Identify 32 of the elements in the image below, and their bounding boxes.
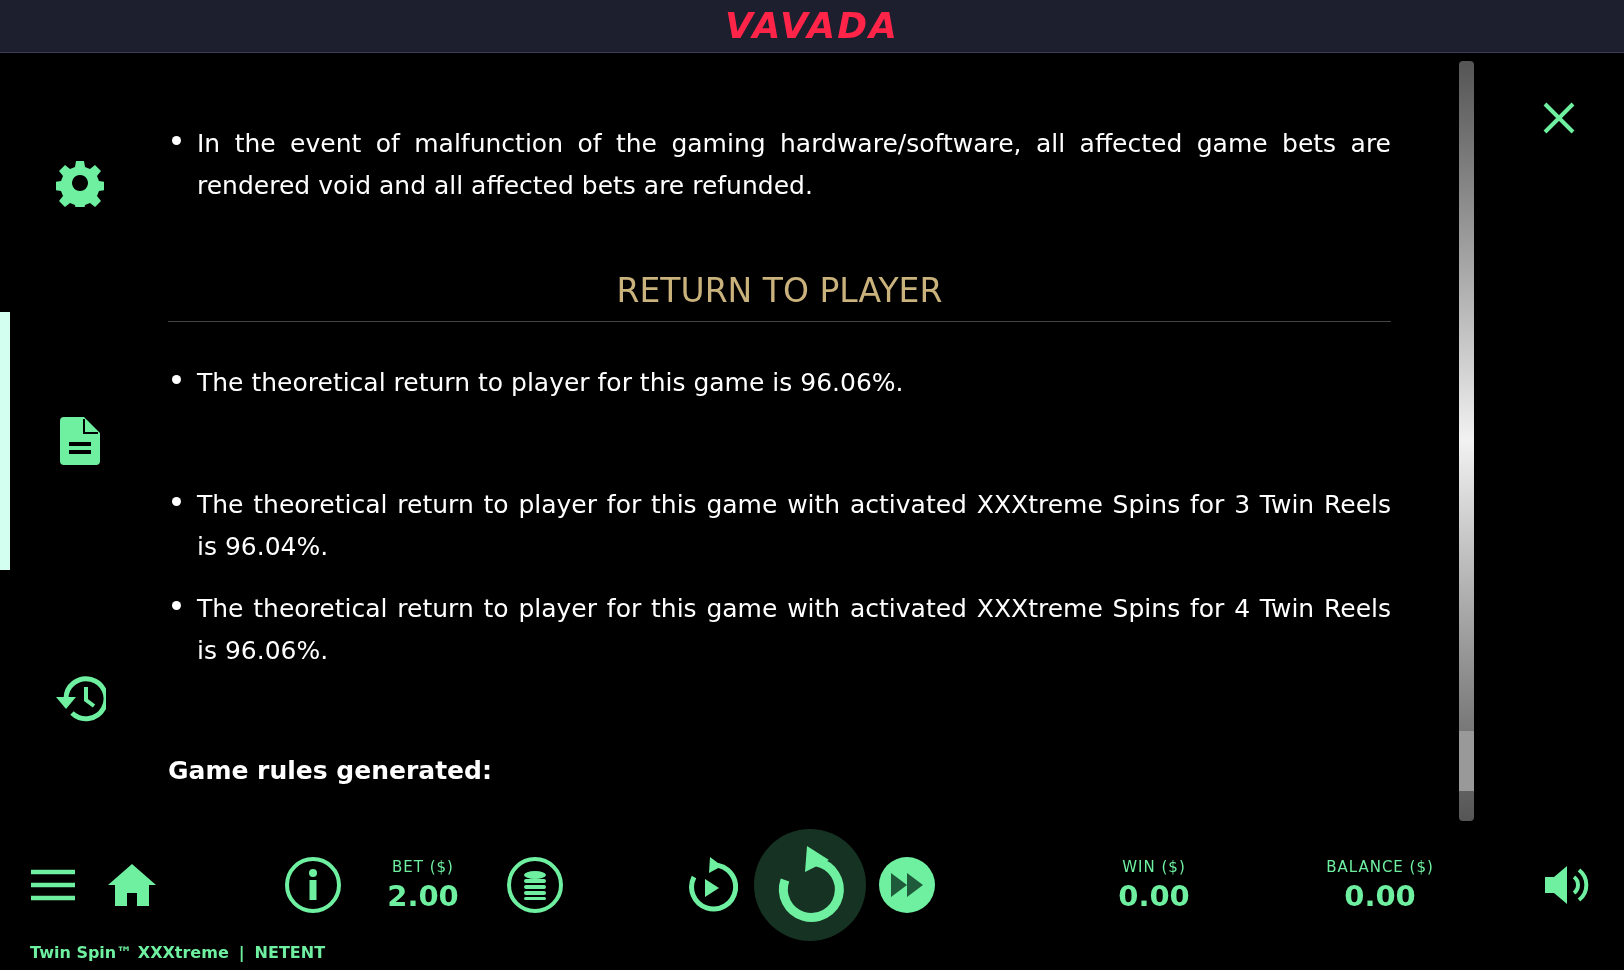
- document-icon: [60, 417, 100, 465]
- rule-text: The theoretical return to player for this game with activated XXXtreme Spins for 4 Twin Reels is 96.06%.: [197, 593, 1391, 667]
- history-icon: [54, 675, 106, 723]
- provider-name: NETENT: [254, 942, 326, 964]
- bullet-icon: [172, 136, 181, 145]
- bullet-icon: [172, 497, 181, 506]
- home-icon[interactable]: [106, 864, 158, 906]
- win-value: 0.00: [1118, 878, 1190, 915]
- rule-text: The theoretical return to player for this game is 96.06%.: [197, 367, 905, 399]
- separator: |: [238, 942, 245, 964]
- balance-value: 0.00: [1344, 878, 1416, 915]
- bullet-icon: [172, 375, 181, 384]
- scrollbar-thumb[interactable]: [1458, 731, 1474, 791]
- bullet-icon: [172, 601, 181, 610]
- fast-forward-button[interactable]: [879, 857, 935, 913]
- bet-value: 2.00: [387, 878, 459, 915]
- game-title: Twin Spin™ XXXtreme: [30, 942, 229, 964]
- fast-forward-icon: [889, 873, 925, 897]
- menu-icon[interactable]: [30, 869, 76, 901]
- speaker-icon[interactable]: [1545, 864, 1591, 906]
- settings-icon: [56, 159, 104, 207]
- coin-stack-icon[interactable]: [507, 857, 563, 913]
- rule-text: The theoretical return to player for this game with activated XXXtreme Spins for 3 Twin Reels is 96.04%.: [197, 489, 1391, 563]
- info-icon[interactable]: [285, 857, 341, 913]
- bet-label: BET ($): [392, 856, 454, 878]
- generated-label: Game rules generated:: [168, 756, 492, 785]
- rule-text: In the event of malfunction of the gaming hardware/software, all affected game bets are rendered void and all affected bets are refunded.: [197, 128, 1391, 202]
- scrollbar[interactable]: [1458, 61, 1474, 821]
- logo: VAVADA: [725, 8, 899, 44]
- section-heading: RETURN TO PLAYER: [616, 270, 943, 312]
- balance-label: BALANCE ($): [1326, 856, 1434, 878]
- win-label: WIN ($): [1122, 856, 1186, 878]
